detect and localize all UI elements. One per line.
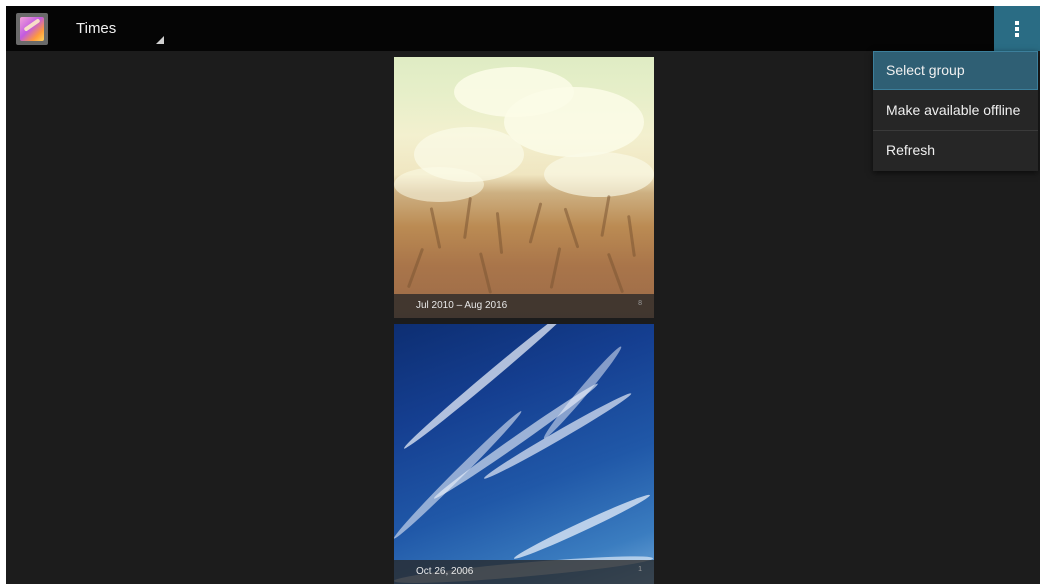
- gallery-icon[interactable]: [16, 13, 48, 45]
- menu-item-refresh[interactable]: Refresh: [873, 131, 1038, 170]
- album-date-range: Oct 26, 2006: [416, 566, 474, 577]
- menu-item-select-group[interactable]: Select group: [873, 51, 1038, 90]
- gallery-screen: Times Jul 2010 – Aug 2016 8 Oct 26, 2006…: [6, 6, 1040, 584]
- overflow-menu-icon: [1015, 21, 1019, 25]
- overflow-menu-icon-dot: [1015, 27, 1019, 31]
- action-bar-title: Times: [76, 20, 117, 37]
- overflow-menu: Select group Make available offline Refr…: [873, 51, 1038, 171]
- menu-item-make-available-offline[interactable]: Make available offline: [873, 91, 1038, 130]
- album-date-range: Jul 2010 – Aug 2016: [416, 300, 508, 311]
- album-caption: Oct 26, 2006 1: [394, 560, 654, 584]
- album-caption: Jul 2010 – Aug 2016 8: [394, 294, 654, 318]
- album-tile[interactable]: Jul 2010 – Aug 2016 8: [394, 57, 654, 318]
- action-bar: Times: [6, 6, 1040, 51]
- album-tile[interactable]: Oct 26, 2006 1: [394, 324, 654, 584]
- album-count: 8: [638, 300, 642, 307]
- view-mode-spinner[interactable]: Times: [68, 6, 168, 51]
- overflow-menu-icon-dot: [1015, 33, 1019, 37]
- blue-sky-clouds-photo: [394, 324, 654, 584]
- spinner-triangle-icon: [156, 36, 164, 44]
- overflow-menu-button[interactable]: [994, 6, 1040, 51]
- wheat-field-photo: [394, 57, 654, 318]
- album-count: 1: [638, 566, 642, 573]
